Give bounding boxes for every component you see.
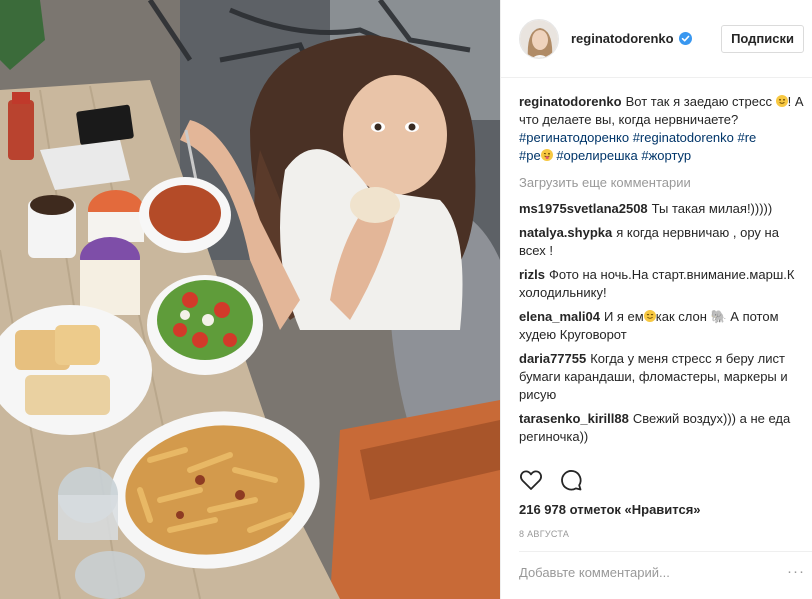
post-actions bbox=[519, 468, 583, 492]
post-header: reginatodorenko Подписки bbox=[501, 0, 812, 78]
comment-username[interactable]: daria77755 bbox=[519, 351, 586, 366]
comment-item: ms1975svetlana2508 Ты такая милая!))))) bbox=[519, 200, 804, 218]
comment-bubble-icon[interactable] bbox=[559, 468, 583, 492]
hashtags-line[interactable]: #регинатодоренко #reginatodorenko #re bbox=[519, 129, 804, 147]
caption-hashtags[interactable]: #регинатодоренко #reginatodorenko #re #р… bbox=[519, 129, 804, 165]
heart-icon[interactable] bbox=[519, 468, 543, 492]
divider bbox=[519, 551, 812, 552]
post-date[interactable]: 8 августа bbox=[519, 529, 569, 539]
add-comment-input[interactable] bbox=[519, 565, 782, 580]
post-username[interactable]: reginatodorenko bbox=[571, 31, 674, 46]
comment-text-start: И я ем bbox=[603, 309, 644, 324]
comment-username[interactable]: tarasenko_kirill88 bbox=[519, 411, 629, 426]
avatar-image bbox=[520, 19, 558, 58]
comment-text: Ты такая милая!))))) bbox=[651, 201, 773, 216]
post-caption: reginatodorenko Вот так я заедаю стресс !… bbox=[519, 93, 804, 165]
comment-item: daria77755 Когда у меня стресс я беру лис… bbox=[519, 350, 804, 404]
likes-count[interactable]: 216 978 отметок «Нравится» bbox=[519, 502, 701, 517]
comment-username[interactable]: ms1975svetlana2508 bbox=[519, 201, 648, 216]
comment-username[interactable]: rizls bbox=[519, 267, 545, 282]
post-sidebar: reginatodorenko Подписки reginatodorenko… bbox=[500, 0, 812, 599]
hashtags-tail[interactable]: #орелирешка #жортур bbox=[553, 148, 691, 163]
comment-item: natalya.shypka я когда нервничаю , ору на… bbox=[519, 224, 804, 260]
slightly-smiling-face-icon bbox=[775, 95, 788, 107]
verified-badge-icon bbox=[678, 32, 692, 45]
comment-item: elena_mali04 И я ем как слон 🐘 А потом ху… bbox=[519, 308, 804, 344]
post-photo-illustration bbox=[0, 0, 500, 599]
hashtag-partial[interactable]: #ре bbox=[519, 148, 541, 163]
comments-list: reginatodorenko Вот так я заедаю стресс !… bbox=[519, 93, 804, 452]
comment-username[interactable]: elena_mali04 bbox=[519, 309, 600, 324]
smiling-face-icon bbox=[643, 310, 656, 322]
caption-username[interactable]: reginatodorenko bbox=[519, 94, 622, 109]
following-button[interactable]: Подписки bbox=[721, 24, 804, 53]
post-photo[interactable] bbox=[0, 0, 500, 599]
tongue-face-icon bbox=[540, 149, 553, 161]
load-more-comments-link[interactable]: Загрузить еще комментарии bbox=[519, 174, 804, 192]
avatar[interactable] bbox=[519, 18, 559, 59]
comment-text: Фото на ночь.На старт.внимание.марш.К хо… bbox=[519, 267, 795, 300]
comment-username[interactable]: natalya.shypka bbox=[519, 225, 612, 240]
comment-item: rizls Фото на ночь.На старт.внимание.марш… bbox=[519, 266, 804, 302]
comment-item: tarasenko_kirill88 Свежий воздух))) а не … bbox=[519, 410, 804, 446]
more-options-icon[interactable]: ··· bbox=[787, 564, 805, 579]
instagram-post: reginatodorenko Подписки reginatodorenko… bbox=[0, 0, 812, 599]
caption-text-start: Вот так я заедаю стресс bbox=[625, 94, 772, 109]
